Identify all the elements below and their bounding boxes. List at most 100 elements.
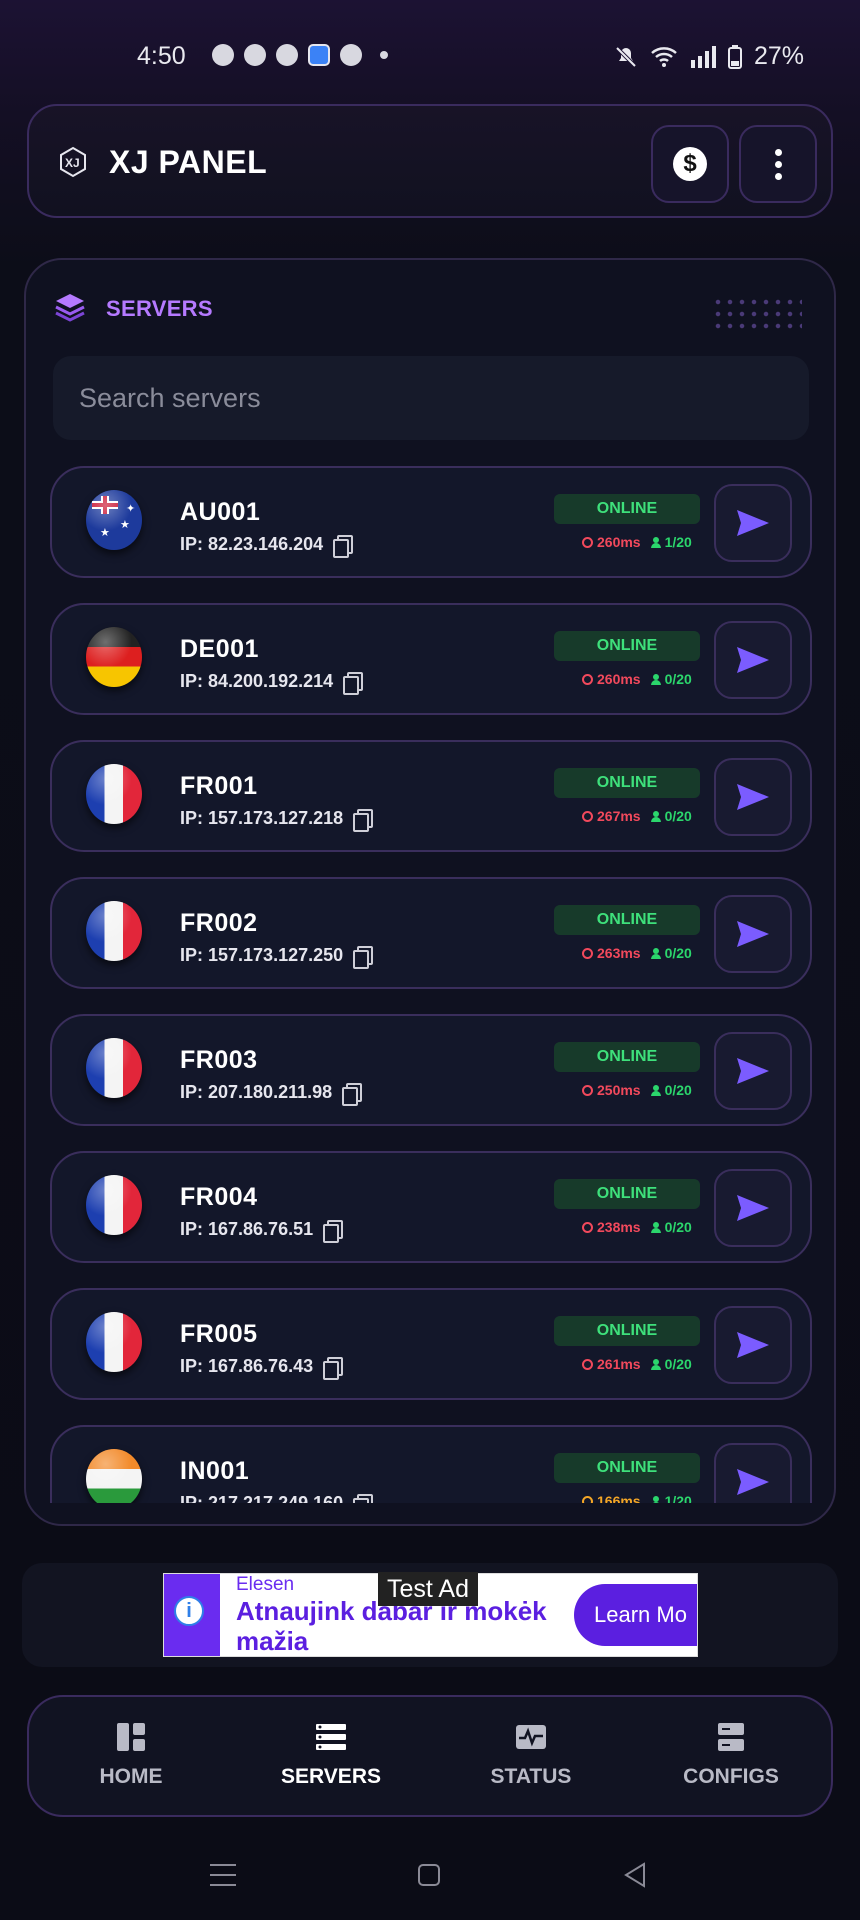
server-name: DE001 xyxy=(180,635,259,663)
france-flag-icon xyxy=(86,1175,142,1235)
overflow-menu-button[interactable] xyxy=(739,125,817,203)
send-icon xyxy=(737,921,769,947)
search-input[interactable] xyxy=(53,356,809,440)
send-icon xyxy=(737,1195,769,1221)
server-ip: IP: 82.23.146.204 xyxy=(180,534,354,558)
copy-icon[interactable] xyxy=(342,1082,363,1106)
nav-configs-label: CONFIGS xyxy=(683,1765,779,1788)
copy-icon[interactable] xyxy=(343,671,364,695)
mute-icon xyxy=(615,46,637,67)
ping-stat: 263ms xyxy=(582,945,641,961)
messenger-icon xyxy=(212,44,234,66)
germany-flag-icon xyxy=(86,627,142,687)
user-icon xyxy=(650,1495,661,1503)
globe-icon xyxy=(582,947,593,959)
recent-apps-icon[interactable] xyxy=(210,1864,236,1886)
ping-value: 261ms xyxy=(597,1356,641,1372)
server-name: FR004 xyxy=(180,1183,258,1211)
server-row-fr002[interactable]: FR002 IP: 157.173.127.250 ONLINE 263ms 0… xyxy=(50,877,812,989)
users-stat: 1/20 xyxy=(650,1493,692,1503)
app-header: XJ XJ PANEL $ xyxy=(27,104,833,218)
nav-status[interactable]: STATUS xyxy=(431,1697,631,1819)
server-row-fr004[interactable]: FR004 IP: 167.86.76.51 ONLINE 238ms 0/20 xyxy=(50,1151,812,1263)
back-icon[interactable] xyxy=(622,1862,648,1888)
connect-button[interactable] xyxy=(714,1032,792,1110)
server-row-fr001[interactable]: FR001 IP: 157.173.127.218 ONLINE 267ms 0… xyxy=(50,740,812,852)
server-list[interactable]: ★ ★ ✦ AU001 IP: 82.23.146.204 ONLINE 260ms… xyxy=(50,466,812,1503)
server-name: FR003 xyxy=(180,1046,258,1074)
servers-list-icon xyxy=(315,1721,347,1753)
ping-value: 260ms xyxy=(597,534,641,550)
connect-button[interactable] xyxy=(714,758,792,836)
nav-configs[interactable]: CONFIGS xyxy=(631,1697,831,1819)
nav-status-label: STATUS xyxy=(490,1765,572,1788)
server-ip: IP: 167.86.76.51 xyxy=(180,1219,344,1243)
connect-button[interactable] xyxy=(714,895,792,973)
users-stat: 0/20 xyxy=(650,1219,692,1235)
connect-button[interactable] xyxy=(714,621,792,699)
user-icon xyxy=(650,1358,661,1370)
copy-icon[interactable] xyxy=(353,945,374,969)
decorative-dots xyxy=(712,296,802,332)
server-name: FR005 xyxy=(180,1320,258,1348)
copy-icon[interactable] xyxy=(353,808,374,832)
system-status-icons: 27% xyxy=(614,42,804,71)
nav-servers[interactable]: SERVERS xyxy=(231,1697,431,1819)
ping-stat: 250ms xyxy=(582,1082,641,1098)
globe-icon xyxy=(582,1358,593,1370)
server-stats: 250ms 0/20 xyxy=(582,1082,692,1098)
status-badge: ONLINE xyxy=(554,1453,700,1483)
server-row-fr005[interactable]: FR005 IP: 167.86.76.43 ONLINE 261ms 0/20 xyxy=(50,1288,812,1400)
server-stats: 261ms 0/20 xyxy=(582,1356,692,1372)
users-stat: 0/20 xyxy=(650,808,692,824)
ad-brand: Elesen xyxy=(236,1574,295,1595)
server-row-fr003[interactable]: FR003 IP: 207.180.211.98 ONLINE 250ms 0/… xyxy=(50,1014,812,1126)
copy-icon[interactable] xyxy=(333,534,354,558)
users-stat: 0/20 xyxy=(650,671,692,687)
home-grid-icon xyxy=(115,1721,147,1753)
server-ip: IP: 84.200.192.214 xyxy=(180,671,364,695)
send-icon xyxy=(737,647,769,673)
facebook-icon-2 xyxy=(340,44,362,66)
pulse-status-icon xyxy=(515,1721,547,1753)
ping-stat: 238ms xyxy=(582,1219,641,1235)
nav-home[interactable]: HOME xyxy=(31,1697,231,1819)
send-icon xyxy=(737,1469,769,1495)
server-stats: 263ms 0/20 xyxy=(582,945,692,961)
configs-icon xyxy=(715,1721,747,1753)
connect-button[interactable] xyxy=(714,1306,792,1384)
ping-value: 260ms xyxy=(597,671,641,687)
server-ip-text: IP: 157.173.127.250 xyxy=(180,945,344,965)
users-stat: 0/20 xyxy=(650,1082,692,1098)
users-stat: 0/20 xyxy=(650,945,692,961)
connect-button[interactable] xyxy=(714,484,792,562)
server-row-au001[interactable]: ★ ★ ✦ AU001 IP: 82.23.146.204 ONLINE 260ms… xyxy=(50,466,812,578)
connect-button[interactable] xyxy=(714,1169,792,1247)
users-value: 0/20 xyxy=(664,945,692,961)
donate-button[interactable]: $ xyxy=(651,125,729,203)
copy-icon[interactable] xyxy=(323,1356,344,1380)
connect-button[interactable] xyxy=(714,1443,792,1503)
ping-stat: 260ms xyxy=(582,534,641,550)
ad-learn-more-button[interactable]: Learn Mo xyxy=(574,1584,697,1646)
ping-stat: 267ms xyxy=(582,808,641,824)
status-badge: ONLINE xyxy=(554,905,700,935)
send-icon xyxy=(737,510,769,536)
home-button-icon[interactable] xyxy=(418,1864,440,1886)
copy-icon[interactable] xyxy=(323,1219,344,1243)
status-badge: ONLINE xyxy=(554,631,700,661)
copy-icon[interactable] xyxy=(353,1493,374,1503)
status-badge: ONLINE xyxy=(554,1179,700,1209)
server-ip-text: IP: 167.86.76.43 xyxy=(180,1356,314,1376)
users-value: 1/20 xyxy=(664,1493,692,1503)
server-row-in001[interactable]: IN001 IP: 217.217.249.160 ONLINE 166ms 1… xyxy=(50,1425,812,1503)
server-ip: IP: 157.173.127.250 xyxy=(180,945,374,969)
telegram-icon xyxy=(244,44,266,66)
user-icon xyxy=(650,673,661,685)
battery-icon xyxy=(727,44,742,69)
server-row-de001[interactable]: DE001 IP: 84.200.192.214 ONLINE 260ms 0/… xyxy=(50,603,812,715)
info-icon[interactable]: i xyxy=(174,1596,204,1626)
users-value: 0/20 xyxy=(664,1356,692,1372)
kebab-menu-icon xyxy=(774,148,782,180)
user-icon xyxy=(650,810,661,822)
